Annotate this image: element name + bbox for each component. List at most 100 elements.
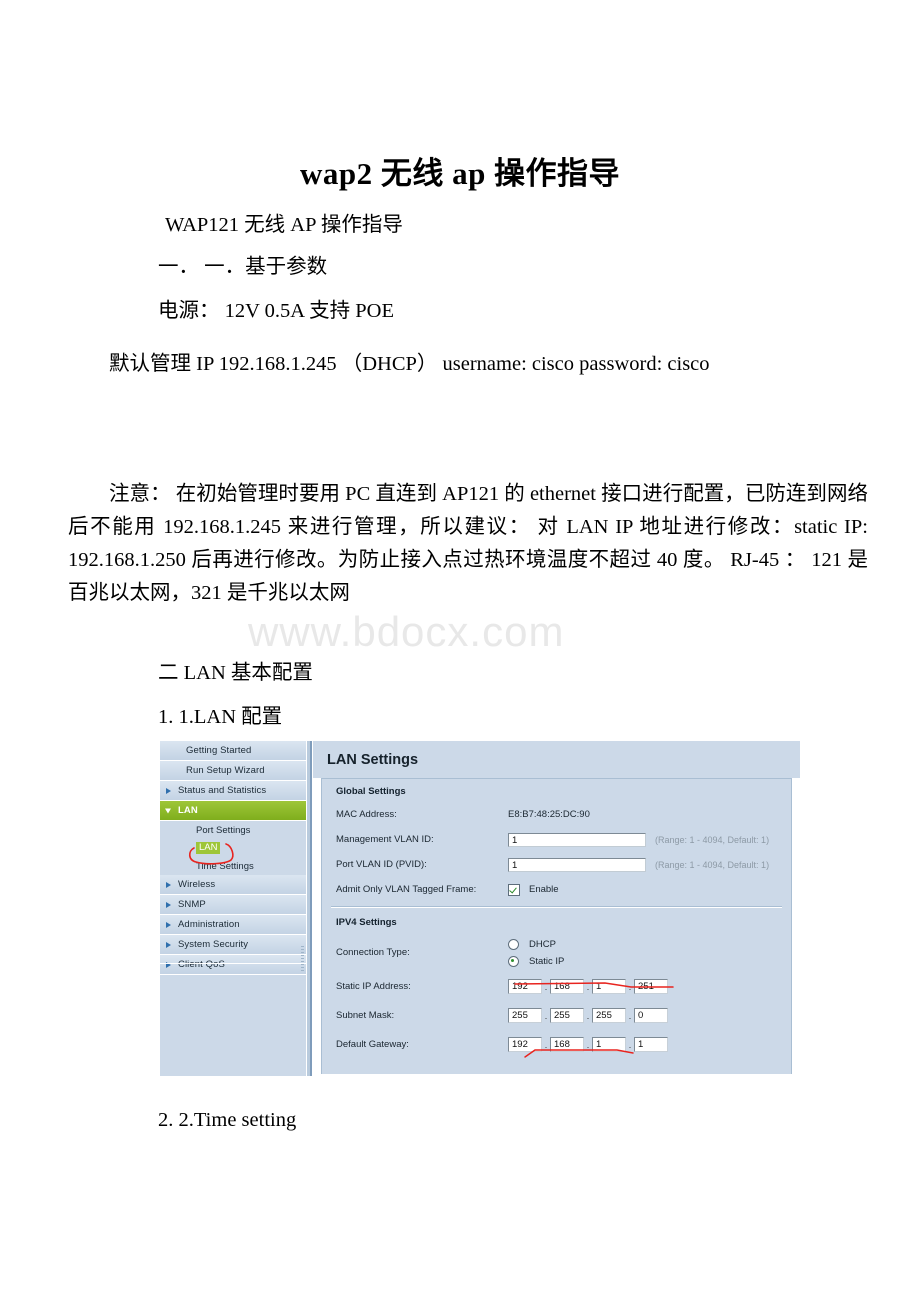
chevron-right-icon xyxy=(166,941,171,948)
chevron-right-icon xyxy=(166,787,171,794)
sidebar-item-label: Wireless xyxy=(178,879,216,890)
octet-separator: . xyxy=(628,981,632,992)
sidebar-subitem-label: Time Settings xyxy=(196,860,254,872)
octet-separator: . xyxy=(544,1010,548,1021)
management-vlan-id-label: Management VLAN ID: xyxy=(336,834,434,845)
subnet-mask-label: Subnet Mask: xyxy=(336,1010,395,1021)
sidebar-item-label: Getting Started xyxy=(186,745,252,756)
port-vlan-id-input[interactable]: 1 xyxy=(508,857,646,872)
sidebar-item-label: System Security xyxy=(178,939,249,950)
sidebar-subitem-lan[interactable]: LAN xyxy=(160,839,306,857)
row-static-ip-address: Static IP Address: 192. 168. 1. 251 xyxy=(322,972,791,1001)
row-subnet-mask: Subnet Mask: 255. 255. 255. 0 xyxy=(322,1001,791,1030)
sidebar-item-administration[interactable]: Administration xyxy=(160,915,306,935)
section-global-settings-label: Global Settings xyxy=(336,786,406,797)
static-ip-octet-4[interactable]: 251 xyxy=(634,979,668,994)
chevron-right-icon xyxy=(166,921,171,928)
sidebar-item-label: Client QoS xyxy=(178,959,225,970)
page-title: wap2 无线 ap 操作指导 xyxy=(299,156,621,191)
subnet-octet-2[interactable]: 255 xyxy=(550,1008,584,1023)
site-watermark: www.bdocx.com xyxy=(248,608,565,655)
radio-option-static-ip[interactable]: Static IP xyxy=(508,955,564,968)
heading-time-setting: 2. 2.Time setting xyxy=(158,1109,297,1131)
heading-lan-basic-config: 二 LAN 基本配置 xyxy=(158,662,313,684)
octet-separator: . xyxy=(544,1039,548,1050)
default-ip-paragraph: 默认管理 IP 192.168.1.245 （DHCP） username: c… xyxy=(109,353,710,375)
admit-vlan-tagged-checkbox[interactable] xyxy=(508,883,520,896)
admit-vlan-tagged-enable-label: Enable xyxy=(529,884,559,895)
octet-separator: . xyxy=(544,981,548,992)
radio-static-ip-icon xyxy=(508,956,519,967)
sidebar-item-wireless[interactable]: Wireless xyxy=(160,875,306,895)
sidebar-item-getting-started[interactable]: Getting Started xyxy=(160,741,306,761)
gateway-octet-2[interactable]: 168 xyxy=(550,1037,584,1052)
static-ip-octet-1[interactable]: 192 xyxy=(508,979,542,994)
gateway-octet-4[interactable]: 1 xyxy=(634,1037,668,1052)
subnet-octet-3[interactable]: 255 xyxy=(592,1008,626,1023)
heading-basic-parameters: 一． 一．基于参数 xyxy=(158,256,328,278)
default-gateway-label: Default Gateway: xyxy=(336,1039,409,1050)
mac-address-label: MAC Address: xyxy=(336,809,397,820)
sidebar-panel-separator xyxy=(306,741,313,1076)
document-page: wap2 无线 ap 操作指导 WAP121 无线 AP 操作指导 一． 一．基… xyxy=(0,0,920,1302)
subnet-octet-1[interactable]: 255 xyxy=(508,1008,542,1023)
document-subtitle: WAP121 无线 AP 操作指导 xyxy=(165,214,403,236)
sidebar-item-status-and-statistics[interactable]: Status and Statistics xyxy=(160,781,306,801)
sidebar-item-system-security[interactable]: System Security xyxy=(160,935,306,955)
management-vlan-id-input[interactable]: 1 xyxy=(508,832,646,847)
panel-body: Global Settings MAC Address: E8:B7:48:25… xyxy=(321,778,792,1074)
chevron-right-icon xyxy=(166,881,171,888)
heading-lan-config: 1. 1.LAN 配置 xyxy=(158,706,283,728)
sidebar-item-client-qos[interactable]: Client QoS xyxy=(160,955,306,975)
static-ip-address-label: Static IP Address: xyxy=(336,981,411,992)
section-ipv4-settings-label: IPV4 Settings xyxy=(336,917,397,928)
radio-option-dhcp[interactable]: DHCP xyxy=(508,938,564,951)
radio-dhcp-label: DHCP xyxy=(529,939,556,950)
router-ui-screenshot: Getting Started Run Setup Wizard Status … xyxy=(160,741,800,1076)
router-sidebar: Getting Started Run Setup Wizard Status … xyxy=(160,741,306,1076)
sidebar-subitem-label: Port Settings xyxy=(196,824,251,836)
sidebar-item-label: Run Setup Wizard xyxy=(186,765,265,776)
octet-separator: . xyxy=(586,1039,590,1050)
static-ip-octet-2[interactable]: 168 xyxy=(550,979,584,994)
note-paragraph: 注意： 在初始管理时要用 PC 直连到 AP121 的 ethernet 接口进… xyxy=(68,483,868,604)
sidebar-bottom-divider xyxy=(160,963,306,964)
lan-settings-panel: LAN Settings Global Settings MAC Address… xyxy=(313,741,800,1076)
gateway-octet-3[interactable]: 1 xyxy=(592,1037,626,1052)
sidebar-item-lan[interactable]: LAN xyxy=(160,801,306,821)
sidebar-subitem-port-settings[interactable]: Port Settings xyxy=(160,821,306,839)
port-vlan-id-hint: (Range: 1 - 4094, Default: 1) xyxy=(655,859,770,870)
port-vlan-id-label: Port VLAN ID (PVID): xyxy=(336,859,427,870)
admit-vlan-tagged-label: Admit Only VLAN Tagged Frame: xyxy=(336,884,477,895)
sidebar-item-snmp[interactable]: SNMP xyxy=(160,895,306,915)
connection-type-label: Connection Type: xyxy=(336,947,410,958)
row-admit-only-vlan-tagged-frame: Admit Only VLAN Tagged Frame: Enable xyxy=(322,877,791,902)
gateway-octet-1[interactable]: 192 xyxy=(508,1037,542,1052)
static-ip-octet-3[interactable]: 1 xyxy=(592,979,626,994)
mac-address-value: E8:B7:48:25:DC:90 xyxy=(508,809,590,820)
row-port-vlan-id: Port VLAN ID (PVID): 1 (Range: 1 - 4094,… xyxy=(322,852,791,877)
sidebar-scroll-indicator[interactable] xyxy=(301,946,304,972)
sidebar-item-label: LAN xyxy=(178,805,198,816)
radio-dhcp-icon xyxy=(508,939,519,950)
chevron-down-icon xyxy=(165,808,171,813)
sidebar-item-label: Status and Statistics xyxy=(178,785,267,796)
octet-separator: . xyxy=(628,1039,632,1050)
sidebar-subitem-label: LAN xyxy=(196,842,221,854)
row-connection-type: Connection Type: DHCP Static IP xyxy=(322,933,791,972)
subnet-octet-4[interactable]: 0 xyxy=(634,1008,668,1023)
panel-title: LAN Settings xyxy=(313,741,800,778)
row-default-gateway: Default Gateway: 192. 168. 1. 1 xyxy=(322,1030,791,1059)
radio-static-ip-label: Static IP xyxy=(529,956,565,967)
power-spec-line: 电源： 12V 0.5A 支持 POE xyxy=(158,300,394,322)
sidebar-item-label: Administration xyxy=(178,919,240,930)
row-management-vlan-id: Management VLAN ID: 1 (Range: 1 - 4094, … xyxy=(322,827,791,852)
sidebar-item-run-setup-wizard[interactable]: Run Setup Wizard xyxy=(160,761,306,781)
sidebar-item-label: SNMP xyxy=(178,899,206,910)
octet-separator: . xyxy=(628,1010,632,1021)
management-vlan-id-hint: (Range: 1 - 4094, Default: 1) xyxy=(655,834,770,845)
chevron-right-icon xyxy=(166,901,171,908)
octet-separator: . xyxy=(586,1010,590,1021)
octet-separator: . xyxy=(586,981,590,992)
sidebar-subitem-time-settings[interactable]: Time Settings xyxy=(160,857,306,875)
